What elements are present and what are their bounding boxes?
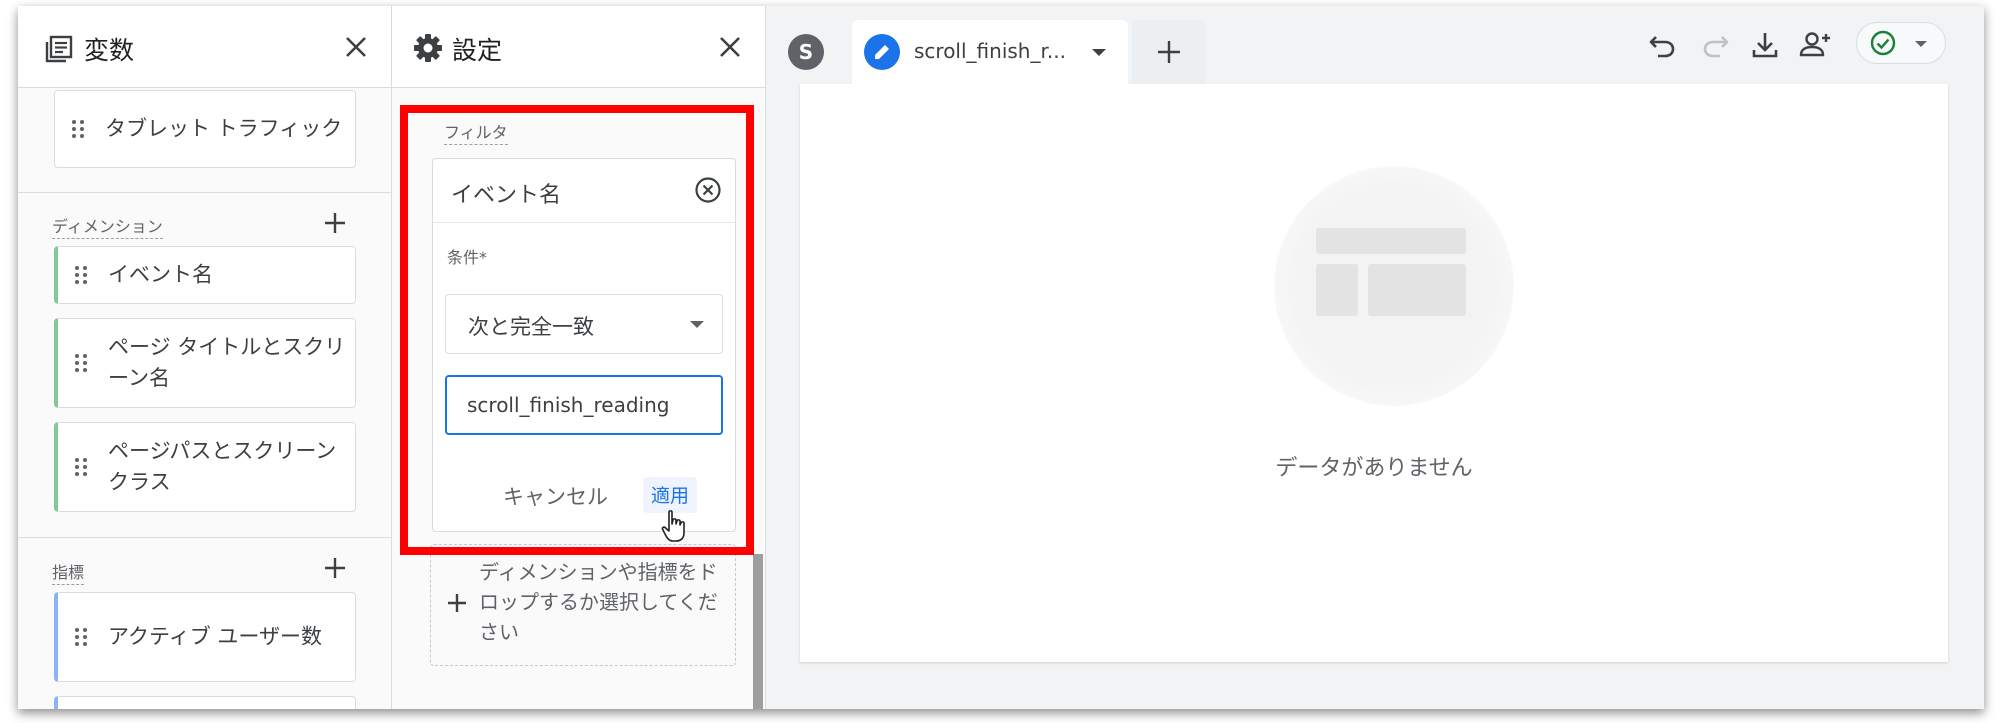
chip-label: アクティブ ユーザー数 xyxy=(108,624,322,649)
filter-field-name: イベント名 xyxy=(451,183,562,208)
close-icon[interactable] xyxy=(715,32,745,62)
add-tab-button[interactable] xyxy=(1132,20,1206,84)
divider xyxy=(18,537,392,538)
filter-card: イベント名 条件* 次と完全一致 キャンセル 適用 xyxy=(432,158,736,542)
variables-panel-title: 変数 xyxy=(84,36,135,65)
filter-section-label: フィルタ xyxy=(444,119,508,145)
empty-state-illustration xyxy=(1274,166,1514,406)
drag-handle-icon[interactable] xyxy=(74,627,88,647)
chevron-down-icon xyxy=(1915,41,1927,47)
metric-chip-partial[interactable] xyxy=(54,696,356,709)
plus-icon xyxy=(1158,41,1180,63)
settings-panel-header: 設定 xyxy=(392,6,765,88)
tab-active[interactable]: scroll_finish_r... xyxy=(852,20,1128,84)
filter-field-header: イベント名 xyxy=(433,159,735,223)
variables-icon xyxy=(45,35,73,63)
chip-label: ページ タイトルとスクリーン名 xyxy=(108,335,346,390)
filter-value-input[interactable] xyxy=(445,375,723,435)
dimension-chip-event-name[interactable]: イベント名 xyxy=(54,246,356,304)
apply-button[interactable]: 適用 xyxy=(643,477,698,513)
variable-chip-tablet-traffic[interactable]: タブレット トラフィック xyxy=(54,90,356,168)
empty-state-message: データがありません xyxy=(1275,456,1473,481)
divider xyxy=(18,192,392,193)
drag-handle-icon[interactable] xyxy=(74,265,88,285)
avatar[interactable]: S xyxy=(788,34,824,70)
download-icon[interactable] xyxy=(1748,28,1782,62)
tab-name: scroll_finish_r... xyxy=(914,39,1066,63)
app-frame: 変数 タブレット トラフィック ディメンション イベント名 ページ タイトルとス… xyxy=(18,6,1984,709)
tab-menu-arrow-icon[interactable] xyxy=(1092,49,1106,56)
status-check-button[interactable] xyxy=(1856,22,1946,64)
cancel-button[interactable]: キャンセル xyxy=(503,481,608,511)
dimension-chip-page-title[interactable]: ページ タイトルとスクリーン名 xyxy=(54,318,356,408)
drag-handle-icon[interactable] xyxy=(74,457,88,477)
variables-panel-header: 変数 xyxy=(18,6,391,88)
drop-zone[interactable]: ディメンションや指標をドロップするか選択してください xyxy=(430,544,736,666)
condition-select[interactable]: 次と完全一致 xyxy=(445,294,723,354)
dropdown-arrow-icon xyxy=(690,321,704,328)
dimension-chip-page-path[interactable]: ページパスとスクリーン クラス xyxy=(54,422,356,512)
check-circle-icon xyxy=(1870,30,1896,56)
dimensions-section-label: ディメンション xyxy=(52,213,163,239)
condition-select-value: 次と完全一致 xyxy=(468,315,594,339)
variables-panel: 変数 タブレット トラフィック ディメンション イベント名 ページ タイトルとス… xyxy=(18,6,392,709)
plus-icon xyxy=(448,594,466,612)
table-placeholder-icon xyxy=(1316,228,1466,316)
drag-handle-icon[interactable] xyxy=(71,119,85,139)
pencil-icon xyxy=(864,34,900,70)
gear-icon xyxy=(414,34,442,62)
redo-icon[interactable] xyxy=(1698,28,1732,62)
settings-panel: 設定 フィルタ イベント名 条件* 次と完全一致 キャンセ xyxy=(392,6,766,709)
hand-cursor-icon xyxy=(661,510,685,542)
chip-label: ページパスとスクリーン クラス xyxy=(108,439,337,494)
drag-handle-icon[interactable] xyxy=(74,353,88,373)
drop-zone-text: ディメンションや指標をドロップするか選択してください xyxy=(479,560,718,644)
condition-label: 条件* xyxy=(447,248,488,267)
report-canvas[interactable]: データがありません xyxy=(800,84,1948,662)
chip-label: イベント名 xyxy=(108,262,213,287)
undo-icon[interactable] xyxy=(1646,28,1680,62)
metrics-section-label: 指標 xyxy=(52,559,85,585)
share-user-icon[interactable] xyxy=(1798,28,1832,62)
metric-chip-active-users[interactable]: アクティブ ユーザー数 xyxy=(54,592,356,682)
close-icon[interactable] xyxy=(341,32,371,62)
chip-label: タブレット トラフィック xyxy=(105,116,343,141)
settings-scrollbar[interactable] xyxy=(753,554,763,709)
settings-panel-title: 設定 xyxy=(452,36,503,65)
clear-circle-icon[interactable] xyxy=(693,175,723,205)
add-dimension-icon[interactable] xyxy=(320,208,350,238)
add-metric-icon[interactable] xyxy=(320,553,350,583)
